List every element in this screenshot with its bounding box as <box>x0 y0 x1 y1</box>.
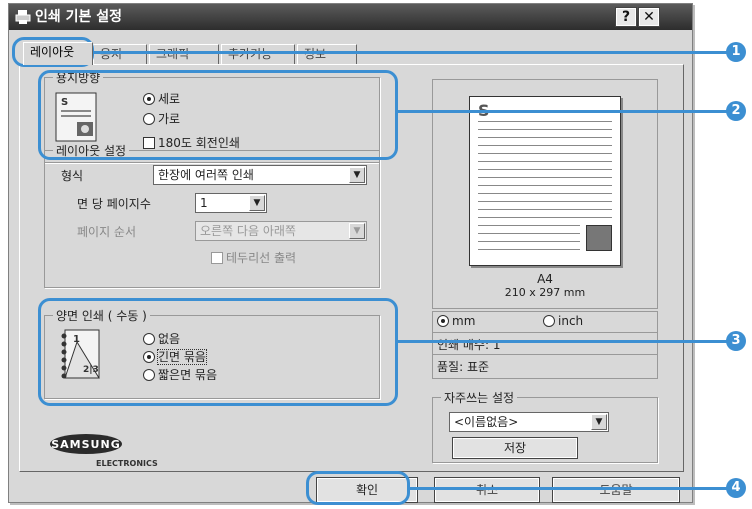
paper-dims-label: 210 x 297 mm <box>504 286 586 299</box>
svg-text:SAMSUNG: SAMSUNG <box>51 438 120 451</box>
layout-type-label: 형식 <box>61 169 84 183</box>
unit-mm-option[interactable]: mm <box>437 314 475 328</box>
callout-badge-1: 1 <box>726 42 746 62</box>
tab-about[interactable]: 정보 <box>297 44 357 64</box>
unit-inch-option[interactable]: inch <box>543 314 583 328</box>
callout-badge-3: 3 <box>726 331 746 351</box>
help-title-button[interactable]: ? <box>615 7 637 27</box>
favorites-select[interactable]: <이름없음> ▼ <box>449 412 609 432</box>
print-border-option[interactable]: 테두리선 출력 <box>211 249 296 266</box>
cancel-button[interactable]: 취소 <box>434 477 540 503</box>
close-title-button[interactable]: ✕ <box>638 7 660 27</box>
copies-label: 인쇄 매수: 1 <box>437 338 501 352</box>
image-placeholder-icon <box>586 225 612 251</box>
pages-per-side-label: 면 당 페이지수 <box>77 197 151 211</box>
tab-graphics[interactable]: 그래픽 <box>149 44 219 64</box>
chevron-down-icon[interactable]: ▼ <box>349 167 365 183</box>
callout-badge-4: 4 <box>726 478 746 498</box>
favorites-title: 자주쓰는 설정 <box>441 389 518 406</box>
printer-icon <box>15 10 31 24</box>
page-order-label: 페이지 순서 <box>77 225 137 239</box>
callout-line-4 <box>410 487 728 490</box>
title-bar: 인쇄 기본 설정 ? ✕ <box>9 4 692 30</box>
info-box: mm inch 인쇄 매수: 1 품질: 표준 <box>432 311 658 379</box>
chevron-down-icon[interactable]: ▼ <box>249 195 265 211</box>
samsung-logo: SAMSUNG ELECTRONICS <box>50 434 158 468</box>
unit-mm-radio[interactable] <box>437 315 449 327</box>
tab-layout[interactable]: 레이아웃 <box>23 42 93 65</box>
callout-line-3 <box>398 340 728 343</box>
tab-extras[interactable]: 추가기능 <box>221 44 295 64</box>
page-order-select[interactable]: 오른쪽 다음 아래쪽 ▼ <box>195 221 367 241</box>
print-border-checkbox[interactable] <box>211 252 223 264</box>
tab-paper[interactable]: 용지 <box>93 44 147 64</box>
layout-type-select[interactable]: 한장에 여러쪽 인쇄 ▼ <box>153 165 367 185</box>
help-button[interactable]: 도움말 <box>552 477 680 503</box>
callout-line-2 <box>398 110 728 113</box>
unit-inch-radio[interactable] <box>543 315 555 327</box>
preview-area: S A4 210 x 297 mm mm inch 인쇄 매수: 1 <box>420 79 670 463</box>
save-button[interactable]: 저장 <box>452 437 578 459</box>
callout-ring-2 <box>38 70 398 160</box>
favorites-group: 자주쓰는 설정 <이름없음> ▼ 저장 <box>432 389 658 463</box>
callout-line-1 <box>94 51 728 54</box>
quality-label: 품질: 표준 <box>437 360 490 374</box>
chevron-down-icon[interactable]: ▼ <box>349 223 365 239</box>
page-preview-paper: S <box>469 96 621 266</box>
callout-ring-3 <box>38 298 398 406</box>
pages-per-side-select[interactable]: 1 ▼ <box>195 193 267 213</box>
paper-size-label: A4 <box>537 272 553 286</box>
page-preview-frame: S A4 210 x 297 mm <box>432 79 658 309</box>
callout-badge-2: 2 <box>726 101 746 121</box>
layout-settings-group: 레이아웃 설정 형식 한장에 여러쪽 인쇄 ▼ 면 당 페이지수 1 ▼ 페이지 순… <box>44 142 380 288</box>
callout-ring-4 <box>306 471 410 505</box>
svg-text:ELECTRONICS: ELECTRONICS <box>96 459 158 468</box>
window-title: 인쇄 기본 설정 <box>35 9 123 25</box>
chevron-down-icon[interactable]: ▼ <box>591 414 607 430</box>
